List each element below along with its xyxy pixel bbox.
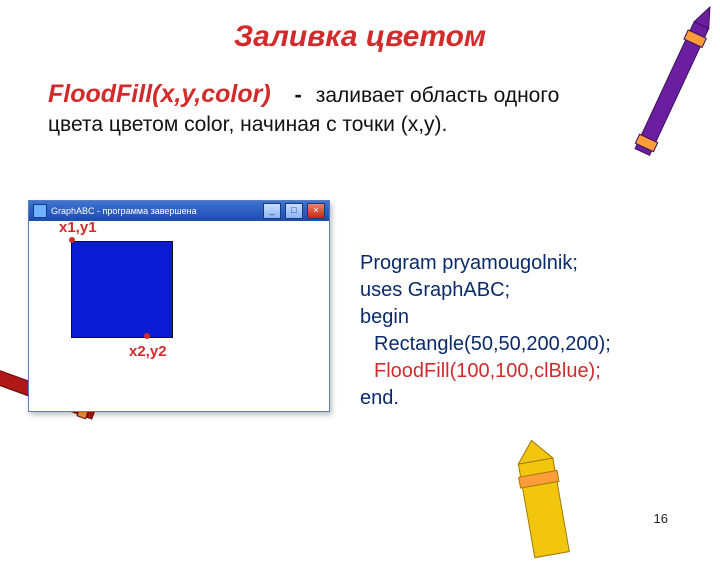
window-app-icon bbox=[33, 204, 47, 218]
window-close-button[interactable]: × bbox=[307, 203, 325, 219]
code-line: begin bbox=[360, 304, 611, 331]
page-number: 16 bbox=[654, 511, 668, 526]
slide-title: Заливка цветом bbox=[0, 20, 720, 54]
code-block: Program pryamougolnik; uses GraphABC; be… bbox=[360, 250, 611, 412]
window-minimize-button[interactable]: _ bbox=[263, 203, 281, 219]
code-line: Program pryamougolnik; bbox=[360, 250, 611, 277]
point-label-2: x2,y2 bbox=[129, 343, 167, 360]
function-signature: FloodFill(x,y,color) bbox=[48, 80, 271, 108]
code-line: FloodFill(100,100,clBlue); bbox=[360, 358, 611, 385]
graphabc-window: GraphABC - программа завершена _ □ × x1,… bbox=[28, 200, 330, 412]
intro-paragraph: FloodFill(x,y,color) - заливает область … bbox=[48, 78, 608, 138]
canvas-area: x1,y1 x2,y2 bbox=[29, 221, 329, 411]
code-line: end. bbox=[360, 385, 611, 412]
code-line: uses GraphABC; bbox=[360, 277, 611, 304]
window-maximize-button[interactable]: □ bbox=[285, 203, 303, 219]
code-line: Rectangle(50,50,200,200); bbox=[360, 331, 611, 358]
point-marker-1 bbox=[69, 237, 75, 243]
window-titlebar: GraphABC - программа завершена _ □ × bbox=[29, 201, 329, 221]
point-label-1: x1,y1 bbox=[59, 219, 97, 236]
filled-rectangle bbox=[71, 241, 173, 338]
dash: - bbox=[277, 82, 310, 107]
crayon-icon bbox=[489, 428, 600, 572]
point-marker-2 bbox=[144, 333, 150, 339]
window-title: GraphABC - программа завершена bbox=[51, 206, 259, 216]
